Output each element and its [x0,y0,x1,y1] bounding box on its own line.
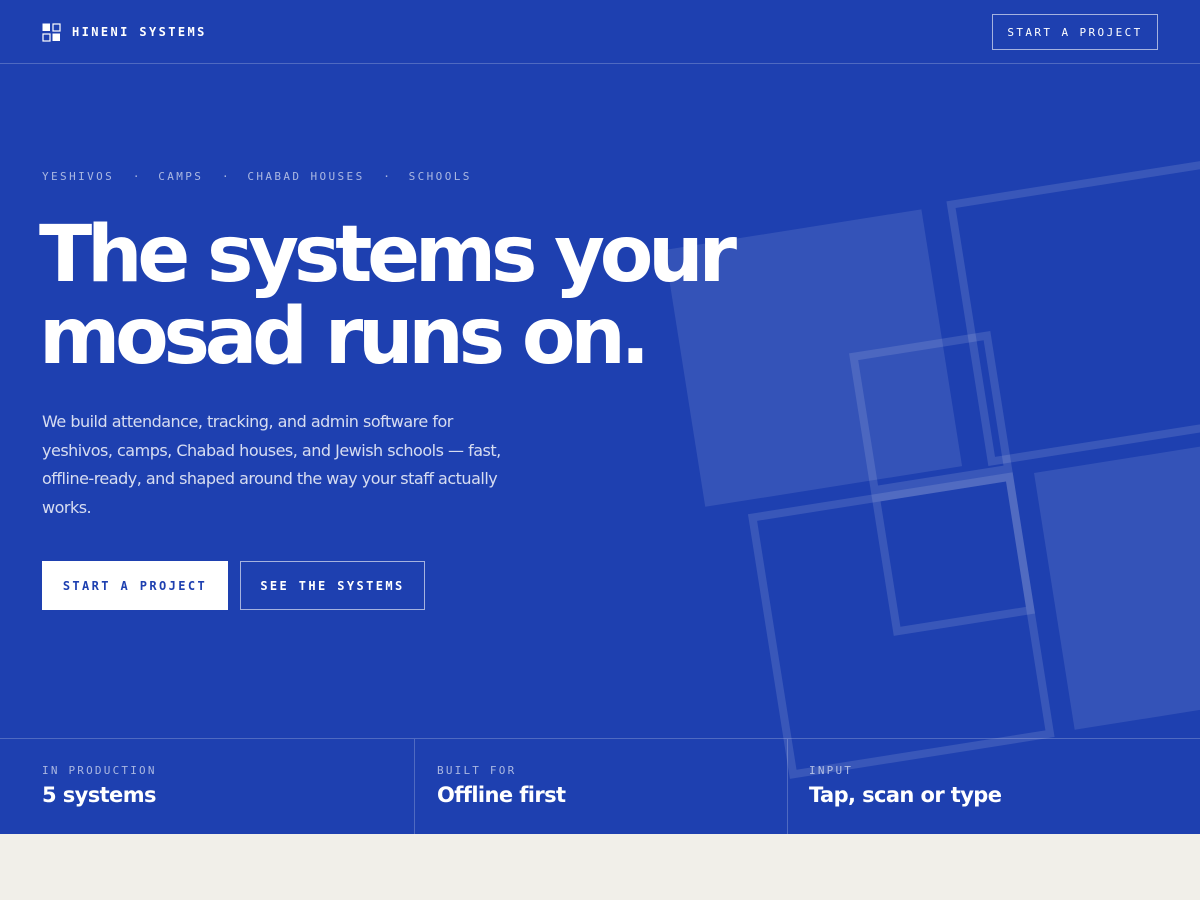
hero-headline: The systems your mosad runs on. [39,214,759,378]
stat-value: Offline first [437,783,566,807]
brand-name: HINENI SYSTEMS [72,25,207,39]
audience-item: CHABAD HOUSES [247,169,365,183]
stat-built-for: BUILT FOR Offline first [414,739,787,834]
next-section [0,834,1200,900]
stats-bar: IN PRODUCTION 5 systems BUILT FOR Offlin… [0,738,1200,834]
stat-value: Tap, scan or type [809,783,1002,807]
audience-list: YESHIVOS · CAMPS · CHABAD HOUSES · SCHOO… [42,169,472,183]
headline-line-1: The systems your [39,210,737,300]
start-project-button[interactable]: START A PROJECT [42,561,228,610]
page: HINENI SYSTEMS START A PROJECT YESHIVOS … [0,0,1200,900]
audience-item: SCHOOLS [408,169,472,183]
grid-squares-icon [42,22,61,42]
brand[interactable]: HINENI SYSTEMS [42,22,207,42]
stat-in-production: IN PRODUCTION 5 systems [0,739,414,834]
audience-item: YESHIVOS [42,169,115,183]
see-systems-button[interactable]: SEE THE SYSTEMS [240,561,425,610]
separator-dot: · [222,169,229,183]
stat-label: INPUT [809,764,854,777]
stat-label: BUILT FOR [437,764,517,777]
nav-start-project-button[interactable]: START A PROJECT [992,14,1158,50]
stat-input: INPUT Tap, scan or type [787,739,1200,834]
separator-dot: · [132,169,140,183]
hero-section: HINENI SYSTEMS START A PROJECT YESHIVOS … [0,0,1200,834]
hero-description: We build attendance, tracking, and admin… [42,412,501,517]
separator-dot: · [383,169,390,183]
stat-value: 5 systems [42,783,156,807]
headline-line-2: mosad runs on. [39,292,650,382]
audience-item: CAMPS [158,169,204,183]
top-nav: HINENI SYSTEMS START A PROJECT [0,0,1200,64]
stat-label: IN PRODUCTION [42,764,157,777]
